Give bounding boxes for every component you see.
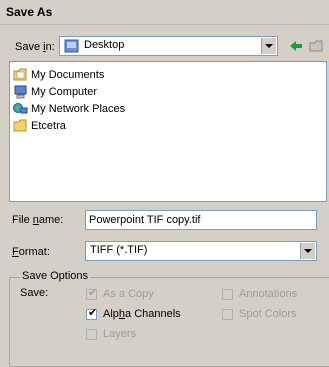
back-arrow-icon[interactable] <box>287 38 305 54</box>
folder-icon <box>13 119 27 132</box>
save-options-legend: Save Options <box>20 270 91 282</box>
network-places-icon <box>13 103 28 114</box>
file-list[interactable]: My Documents My Computer My Network Plac… <box>9 61 327 202</box>
save-in-value: Desktop <box>84 39 125 51</box>
my-computer-icon <box>14 85 27 99</box>
chevron-down-icon[interactable] <box>261 38 276 54</box>
save-label: Save: <box>20 287 49 299</box>
save-in-label: Save in: <box>15 41 55 53</box>
chevron-down-icon[interactable] <box>300 243 315 259</box>
my-documents-icon <box>13 68 27 81</box>
title-bar[interactable]: Save As <box>0 0 329 25</box>
window-title: Save As <box>6 5 53 19</box>
format-value: TIFF (*.TIF) <box>90 244 148 256</box>
save-in-dropdown[interactable]: Desktop <box>59 36 278 56</box>
desktop-icon <box>64 39 79 53</box>
file-name-input[interactable] <box>86 211 316 229</box>
file-name-field[interactable] <box>85 210 317 230</box>
file-name-label: File name: <box>12 214 64 226</box>
up-folder-icon[interactable] <box>308 38 326 54</box>
format-dropdown[interactable]: TIFF (*.TIF) <box>85 241 317 261</box>
format-label: Format: <box>12 246 50 258</box>
alpha-channels-label: Alpha Channels <box>103 308 181 320</box>
